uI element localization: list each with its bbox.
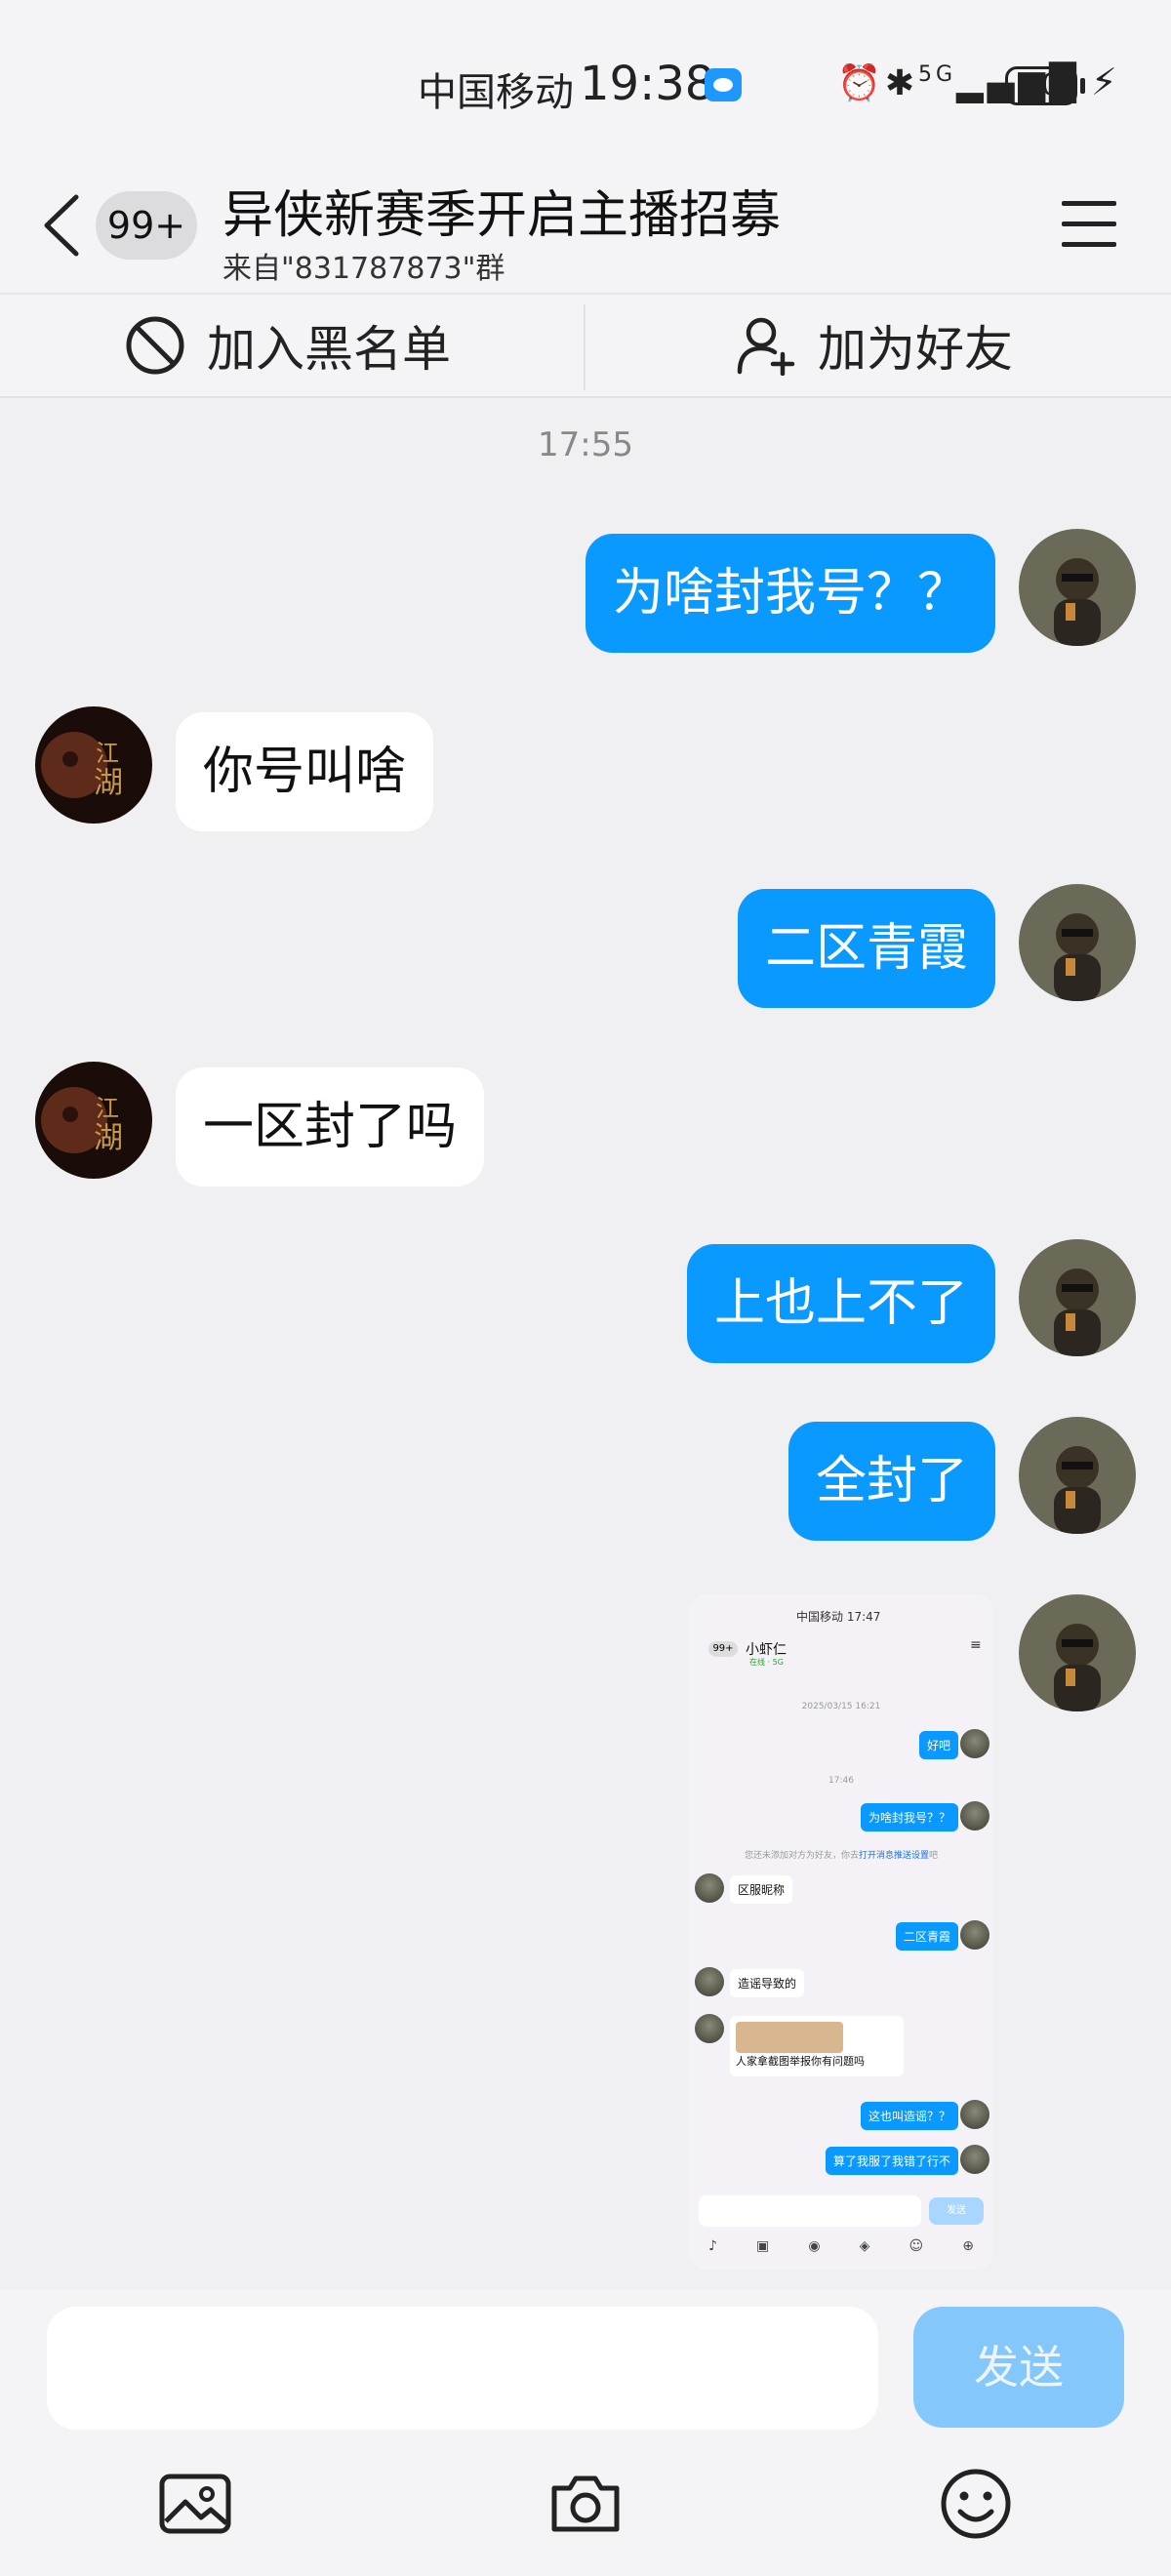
shot-avatar: [960, 2100, 989, 2129]
stranger-action-bar: 加入黑名单 加为好友: [0, 293, 1171, 398]
shot-toolbar: ♪ ▣ ◉ ◈ ☺ ⊕: [689, 2238, 993, 2254]
shot-contact-avatar: [695, 1873, 724, 1903]
message-bubble-outgoing[interactable]: 二区青霞: [737, 889, 995, 1008]
block-icon: [126, 316, 184, 375]
shot-input: [699, 2195, 921, 2227]
chat-subtitle: 来自"831787873"群: [222, 252, 505, 286]
shot-redpacket-icon: ◈: [859, 2238, 870, 2254]
shot-msg-out: 这也叫造谣？？: [860, 2102, 958, 2130]
message-bubble-outgoing[interactable]: 为啥封我号？？: [585, 534, 995, 653]
shot-msg-out: 好吧: [918, 1731, 958, 1759]
unread-count-badge[interactable]: 99+: [96, 191, 197, 260]
image-message-screenshot[interactable]: 中国移动 17:47 99+ 小虾仁 在线 · 5G ≡ 2025/03/15 …: [689, 1594, 993, 2270]
back-arrow-icon[interactable]: [39, 191, 88, 260]
message-bubble-incoming[interactable]: 一区封了吗: [176, 1067, 485, 1187]
shot-avatar: [960, 1920, 989, 1950]
status-bar: 中国移动 19:38 ⏰✱5G▂▄▆█ 70 ⚡: [0, 0, 1171, 166]
shot-avatar: [960, 2145, 989, 2174]
shot-menu-icon: ≡: [970, 1637, 982, 1653]
shot-time: 17:46: [828, 1776, 854, 1786]
shot-msg-in: 区服昵称: [730, 1875, 793, 1904]
battery-icon: 70: [1005, 66, 1077, 105]
my-avatar[interactable]: [1019, 529, 1136, 646]
camera-icon[interactable]: [546, 2465, 625, 2543]
shot-send-button: 发送: [929, 2197, 984, 2225]
my-avatar[interactable]: [1019, 884, 1136, 1001]
svg-text:江: 江: [96, 740, 119, 767]
shot-emoji-icon: ☺: [909, 2238, 924, 2254]
add-to-blacklist-button[interactable]: 加入黑名单: [125, 295, 451, 396]
shot-msg-in: 人家拿截图举报你有问题吗: [736, 2055, 865, 2068]
shot-plus-icon: ⊕: [962, 2238, 974, 2254]
message-timestamp: 17:55: [538, 425, 633, 464]
my-avatar[interactable]: [1019, 1594, 1136, 1711]
alarm-icon: ⏰: [837, 63, 885, 103]
blacklist-label: 加入黑名单: [207, 321, 451, 378]
shot-online-status: 在线 · 5G: [749, 1658, 784, 1667]
add-friend-label: 加为好友: [818, 321, 1013, 378]
chat-title: 异侠新赛季开启主播招募: [222, 186, 782, 245]
shot-status: 中国移动 17:47: [796, 1610, 881, 1624]
shot-msg-out: 算了我服了我错了行不: [825, 2147, 958, 2175]
shot-notice: 您还未添加对方为好友，你去打开消息推送设置吧: [744, 1851, 939, 1861]
svg-text:湖: 湖: [94, 1121, 123, 1155]
shot-msg-out: 为啥封我号？？: [860, 1803, 958, 1831]
shot-image-card: 人家拿截图举报你有问题吗: [730, 2016, 904, 2076]
message-composer: 发送: [0, 2289, 1171, 2576]
action-divider: [584, 304, 586, 390]
shot-contact-avatar: [695, 1967, 724, 1996]
emoji-icon[interactable]: [937, 2465, 1015, 2543]
message-notification-icon: [705, 68, 742, 101]
svg-text:江: 江: [96, 1095, 119, 1122]
image-picker-icon[interactable]: [156, 2465, 234, 2543]
shot-image-icon: ▣: [756, 2238, 770, 2254]
contact-avatar[interactable]: 江湖: [35, 1062, 152, 1179]
charging-icon: ⚡: [1091, 60, 1117, 103]
send-button[interactable]: 发送: [913, 2307, 1124, 2428]
shot-msg-out: 二区青霞: [895, 1922, 958, 1951]
menu-icon[interactable]: [1062, 201, 1116, 248]
bluetooth-icon: ✱: [884, 63, 918, 103]
my-avatar[interactable]: [1019, 1239, 1136, 1356]
shot-title: 小虾仁: [746, 1642, 787, 1658]
my-avatar[interactable]: [1019, 1417, 1136, 1534]
message-input[interactable]: [47, 2307, 878, 2430]
shot-date: 2025/03/15 16:21: [801, 1702, 881, 1711]
shot-avatar: [960, 1801, 989, 1831]
svg-text:湖: 湖: [94, 766, 123, 800]
message-bubble-outgoing[interactable]: 全封了: [787, 1422, 995, 1541]
shot-contact-avatar: [695, 2014, 724, 2043]
add-friend-button[interactable]: 加为好友: [736, 295, 1013, 396]
message-bubble-outgoing[interactable]: 上也上不了: [686, 1244, 995, 1363]
message-bubble-incoming[interactable]: 你号叫啥: [176, 712, 434, 831]
5g-signal-icon: 5G: [918, 62, 957, 87]
add-user-icon: [737, 317, 795, 376]
carrier-label: 中国移动: [418, 70, 574, 115]
shot-mic-icon: ♪: [708, 2238, 717, 2254]
clock: 19:38: [580, 57, 715, 111]
shot-avatar: [960, 1729, 989, 1758]
shot-camera-icon: ◉: [808, 2238, 821, 2254]
shot-msg-in: 造谣导致的: [730, 1969, 805, 1997]
chat-header: 99+ 异侠新赛季开启主播招募 来自"831787873"群: [0, 166, 1171, 293]
contact-avatar[interactable]: 江湖: [35, 706, 152, 824]
battery-tip: [1080, 78, 1085, 94]
shot-unread-badge: 99+: [708, 1641, 738, 1657]
